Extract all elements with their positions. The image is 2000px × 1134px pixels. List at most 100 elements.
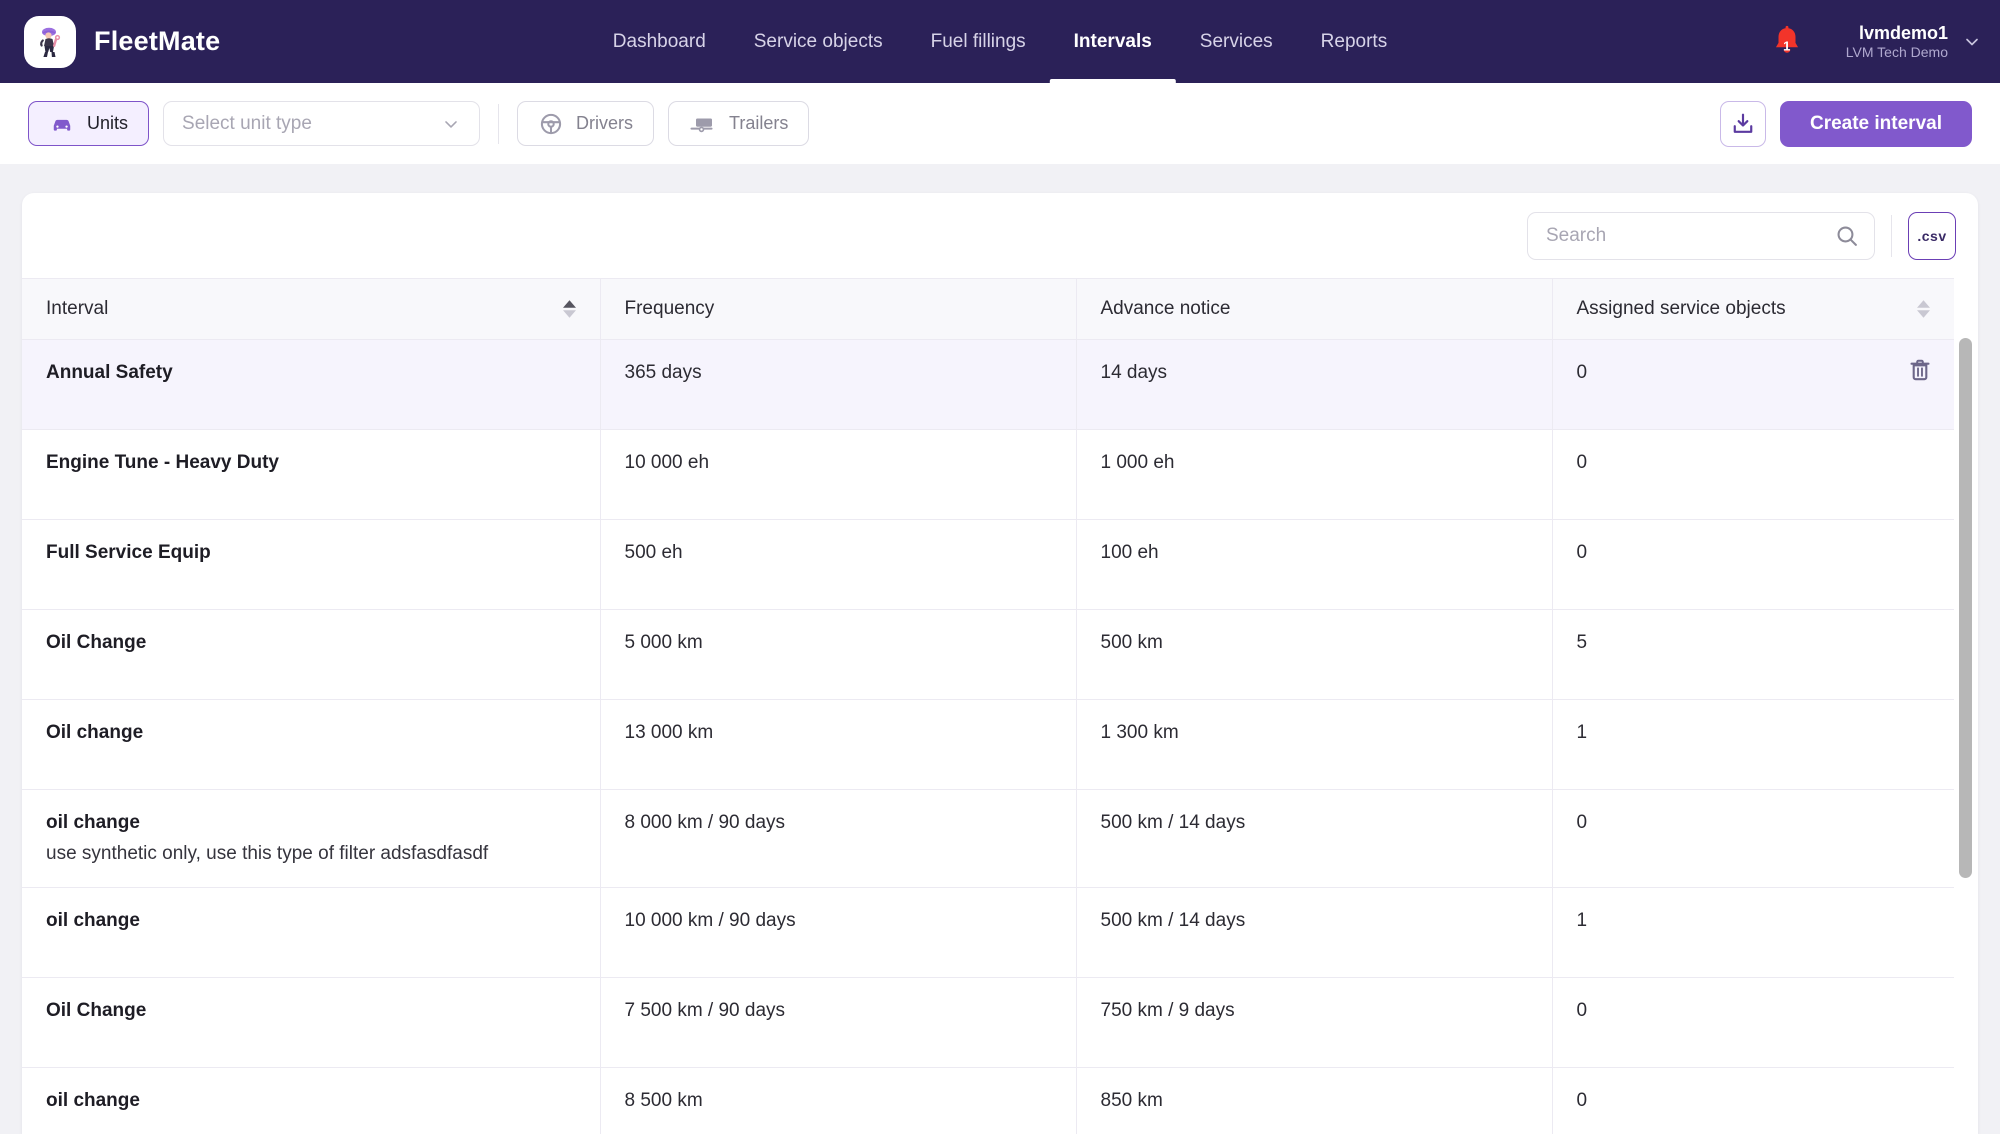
main-nav: Dashboard Service objects Fuel fillings … — [589, 0, 1411, 83]
nav-item-fuel-fillings[interactable]: Fuel fillings — [907, 0, 1050, 83]
user-org: LVM Tech Demo — [1845, 44, 1948, 60]
brand-name: FleetMate — [94, 26, 221, 56]
notifications-button[interactable]: 1 — [1764, 19, 1810, 65]
steering-wheel-icon — [540, 113, 562, 134]
cell-frequency: 365 days — [600, 339, 1077, 430]
search-icon — [1837, 226, 1857, 246]
cell-interval: Annual Safety — [22, 339, 601, 430]
app-header: FleetMate Dashboard Service objects Fuel… — [0, 0, 2000, 83]
filter-drivers-button[interactable]: Drivers — [517, 101, 655, 146]
table-row[interactable]: Engine Tune - Heavy Duty 10 000 eh 1 000 e… — [22, 429, 1954, 520]
toolbar-actions: Create interval — [1719, 100, 1972, 147]
nav-item-reports[interactable]: Reports — [1297, 0, 1412, 83]
column-header-advance-notice: Advance notice — [1076, 278, 1553, 340]
cell-interval: Full Service Equip — [22, 519, 601, 610]
cell-assigned-service-objects: 5 — [1552, 609, 1954, 700]
table-header-row: Interval Frequency Advance notice Assign… — [22, 278, 1954, 340]
interval-name: Oil Change — [46, 1000, 147, 1021]
interval-name: Engine Tune - Heavy Duty — [46, 452, 279, 473]
interval-name: Oil Change — [46, 632, 147, 653]
cell-interval: Oil change — [22, 699, 601, 790]
table-row[interactable]: oil change use synthetic only, use this t… — [22, 789, 1954, 888]
cell-advance-notice: 500 km / 14 days — [1076, 887, 1553, 978]
nav-item-service-objects[interactable]: Service objects — [730, 0, 907, 83]
cell-interval: oil change — [22, 887, 601, 978]
cell-frequency: 5 000 km — [600, 609, 1077, 700]
cell-assigned-service-objects: 0 — [1552, 977, 1954, 1068]
column-header-frequency-label: Frequency — [624, 298, 715, 319]
assigned-count: 0 — [1576, 362, 1588, 383]
cell-assigned-service-objects: 0 — [1552, 789, 1954, 888]
cell-assigned-service-objects: 0 — [1552, 339, 1954, 430]
filter-units-button[interactable]: Units — [28, 101, 150, 146]
car-icon — [53, 119, 71, 131]
intervals-card: .csv Interval — [22, 193, 1978, 1134]
cell-advance-notice: 750 km / 9 days — [1076, 977, 1553, 1068]
assigned-count: 0 — [1576, 542, 1588, 563]
table-row[interactable]: Oil Change 5 000 km 500 km 5 — [22, 609, 1954, 700]
cell-interval: oil change — [22, 1067, 601, 1134]
search-box[interactable] — [1527, 211, 1875, 260]
app-logo-icon — [24, 15, 76, 68]
user-menu[interactable]: lvmdemo1 LVM Tech Demo — [1846, 22, 1948, 62]
intervals-table-wrapper: Interval Frequency Advance notice Assign… — [22, 278, 1978, 1134]
cell-advance-notice: 1 000 eh — [1076, 429, 1553, 520]
column-header-advance-notice-label: Advance notice — [1100, 298, 1231, 319]
filters-toolbar: Units Select unit type Drivers Trailers — [0, 83, 2000, 164]
sort-toggle-assigned[interactable] — [1917, 300, 1930, 318]
trailer-icon — [690, 118, 713, 132]
cell-assigned-service-objects: 1 — [1552, 887, 1954, 978]
cell-assigned-service-objects: 0 — [1552, 429, 1954, 520]
table-scrollbar[interactable] — [1959, 338, 1972, 1134]
column-header-interval[interactable]: Interval — [22, 278, 601, 340]
cell-interval: Oil Change — [22, 977, 601, 1068]
cell-frequency: 8 000 km / 90 days — [600, 789, 1077, 888]
cell-interval: oil change use synthetic only, use this t… — [22, 789, 601, 888]
table-row[interactable]: oil change 10 000 km / 90 days 500 km / 14… — [22, 887, 1954, 978]
cell-advance-notice: 500 km — [1076, 609, 1553, 700]
assigned-count: 1 — [1576, 910, 1588, 931]
create-interval-button[interactable]: Create interval — [1779, 100, 1972, 147]
assigned-count: 1 — [1576, 722, 1588, 743]
filter-units-label: Units — [87, 113, 129, 133]
cell-frequency: 7 500 km / 90 days — [600, 977, 1077, 1068]
nav-item-dashboard[interactable]: Dashboard — [589, 0, 730, 83]
cell-advance-notice: 500 km / 14 days — [1076, 789, 1553, 888]
cell-assigned-service-objects: 0 — [1552, 1067, 1954, 1134]
filter-drivers-label: Drivers — [576, 113, 634, 133]
interval-name: Full Service Equip — [46, 542, 211, 563]
import-button[interactable] — [1719, 100, 1766, 147]
filter-trailers-button[interactable]: Trailers — [668, 101, 810, 146]
unit-type-select[interactable]: Select unit type — [163, 101, 481, 146]
search-input[interactable] — [1546, 224, 1834, 247]
nav-item-intervals[interactable]: Intervals — [1049, 0, 1176, 83]
table-scrollbar-thumb[interactable] — [1959, 338, 1972, 878]
table-row[interactable]: Oil Change 7 500 km / 90 days 750 km / 9 d… — [22, 977, 1954, 1068]
table-row[interactable]: Annual Safety 365 days 14 days 0 — [22, 339, 1954, 430]
nav-item-services[interactable]: Services — [1176, 0, 1297, 83]
import-download-icon — [1733, 113, 1753, 133]
export-csv-button[interactable]: .csv — [1908, 211, 1956, 260]
column-header-assigned-service-objects[interactable]: Assigned service objects — [1552, 278, 1954, 340]
table-body: Annual Safety 365 days 14 days 0 Engine Tune… — [22, 339, 1954, 1134]
chevron-down-icon — [445, 120, 457, 128]
table-row[interactable]: Oil change 13 000 km 1 300 km 1 — [22, 699, 1954, 790]
table-row[interactable]: oil change 8 500 km 850 km 0 — [22, 1067, 1954, 1134]
trash-icon — [1910, 359, 1930, 381]
cell-advance-notice: 14 days — [1076, 339, 1553, 430]
brand: FleetMate — [24, 15, 221, 68]
interval-description: use synthetic only, use this type of fil… — [46, 843, 489, 864]
toolbar-divider — [498, 103, 500, 144]
intervals-table: Interval Frequency Advance notice Assign… — [22, 278, 1954, 1134]
sort-toggle-interval[interactable] — [562, 300, 576, 318]
column-header-interval-label: Interval — [46, 298, 109, 319]
interval-name: oil change — [46, 1090, 140, 1111]
card-toolbar-divider — [1891, 214, 1892, 257]
header-right: 1 lvmdemo1 LVM Tech Demo — [1764, 19, 1982, 65]
table-row[interactable]: Full Service Equip 500 eh 100 eh 0 — [22, 519, 1954, 610]
assigned-count: 0 — [1576, 1090, 1588, 1111]
delete-row-button[interactable] — [1906, 356, 1934, 390]
cell-advance-notice: 850 km — [1076, 1067, 1553, 1134]
user-menu-chevron-down-icon[interactable] — [1962, 32, 1982, 52]
assigned-count: 0 — [1576, 1000, 1588, 1021]
